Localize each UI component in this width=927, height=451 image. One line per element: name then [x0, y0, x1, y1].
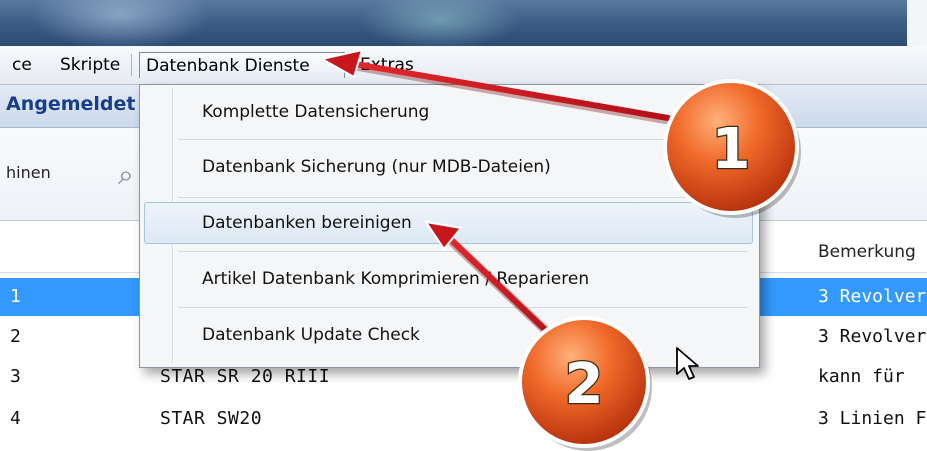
menu-separator [178, 139, 748, 140]
menu-option-label: Datenbank Update Check [202, 325, 420, 345]
cell-name: STAR SW20 [160, 408, 263, 429]
menu-item-datenbank-dienste[interactable]: Datenbank Dienste [139, 52, 345, 78]
search-icon[interactable]: ⌕ [118, 158, 134, 192]
menu-option-label: Datenbank Sicherung (nur MDB-Dateien) [202, 157, 551, 177]
menu-option-datenbanken-bereinigen[interactable]: Datenbanken bereinigen [144, 202, 753, 244]
menu-item-ce[interactable]: ce [6, 52, 38, 78]
menu-option-label: Datenbanken bereinigen [202, 213, 412, 233]
cell-id: 3 [10, 366, 21, 387]
menu-separator [178, 251, 748, 252]
menu-option-artikel-datenbank-komprimieren[interactable]: Artikel Datenbank Komprimieren / Reparie… [144, 255, 753, 303]
menu-option-komplette-datensicherung[interactable]: Komplette Datensicherung [144, 88, 753, 136]
menu-option-label: Artikel Datenbank Komprimieren / Reparie… [202, 269, 590, 289]
title-bar [0, 0, 927, 50]
menu-option-label: Komplette Datensicherung [202, 102, 430, 122]
cell-id: 4 [10, 408, 21, 429]
menu-option-datenbank-update-check[interactable]: Datenbank Update Check [144, 311, 753, 359]
column-header-bemerkung[interactable]: Bemerkung [818, 232, 916, 272]
menu-separator [131, 54, 132, 76]
toolbar-label[interactable]: hinen [6, 163, 51, 182]
menu-bar: ce Skripte Datenbank Dienste Extras [0, 46, 927, 85]
menu-option-datenbank-sicherung[interactable]: Datenbank Sicherung (nur MDB-Dateien) [144, 143, 753, 191]
cell-note: 3 Revolver [818, 326, 927, 347]
title-glow [360, 0, 520, 50]
menu-separator [178, 307, 748, 308]
cell-id: 2 [10, 326, 21, 347]
cell-note: kann für [818, 366, 905, 387]
login-status-text: Angemeldet [6, 93, 136, 115]
menu-item-skripte[interactable]: Skripte [54, 52, 126, 78]
cell-note: 3 Revolver [818, 286, 927, 307]
window-frame [907, 0, 927, 46]
menu-item-extras[interactable]: Extras [354, 52, 420, 78]
datenbank-dienste-menu: Komplette Datensicherung Datenbank Siche… [139, 84, 760, 368]
title-glow [30, 0, 210, 50]
table-row[interactable]: 4 STAR SW20 3 Linien F [0, 400, 927, 438]
cell-id: 1 [10, 286, 21, 307]
menu-separator [178, 197, 748, 198]
cell-note: 3 Linien F [818, 408, 927, 429]
mouse-pointer-icon [676, 347, 699, 380]
